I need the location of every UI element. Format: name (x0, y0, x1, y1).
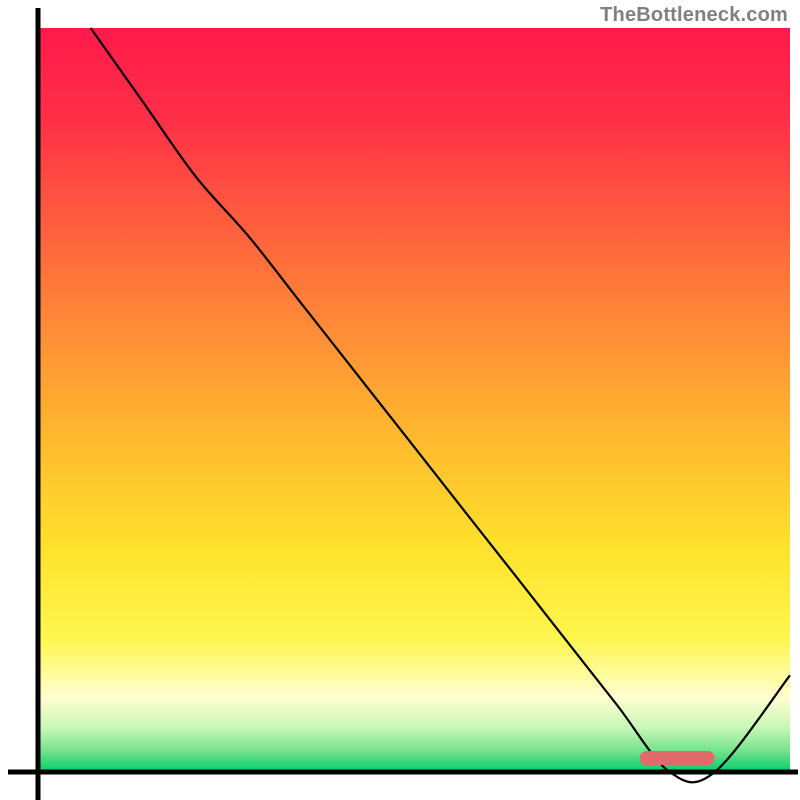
optimal-range-marker (640, 751, 715, 765)
chart-container: TheBottleneck.com (0, 0, 800, 800)
plot-background (38, 28, 790, 772)
source-attribution: TheBottleneck.com (600, 4, 788, 27)
bottleneck-chart (0, 0, 800, 800)
